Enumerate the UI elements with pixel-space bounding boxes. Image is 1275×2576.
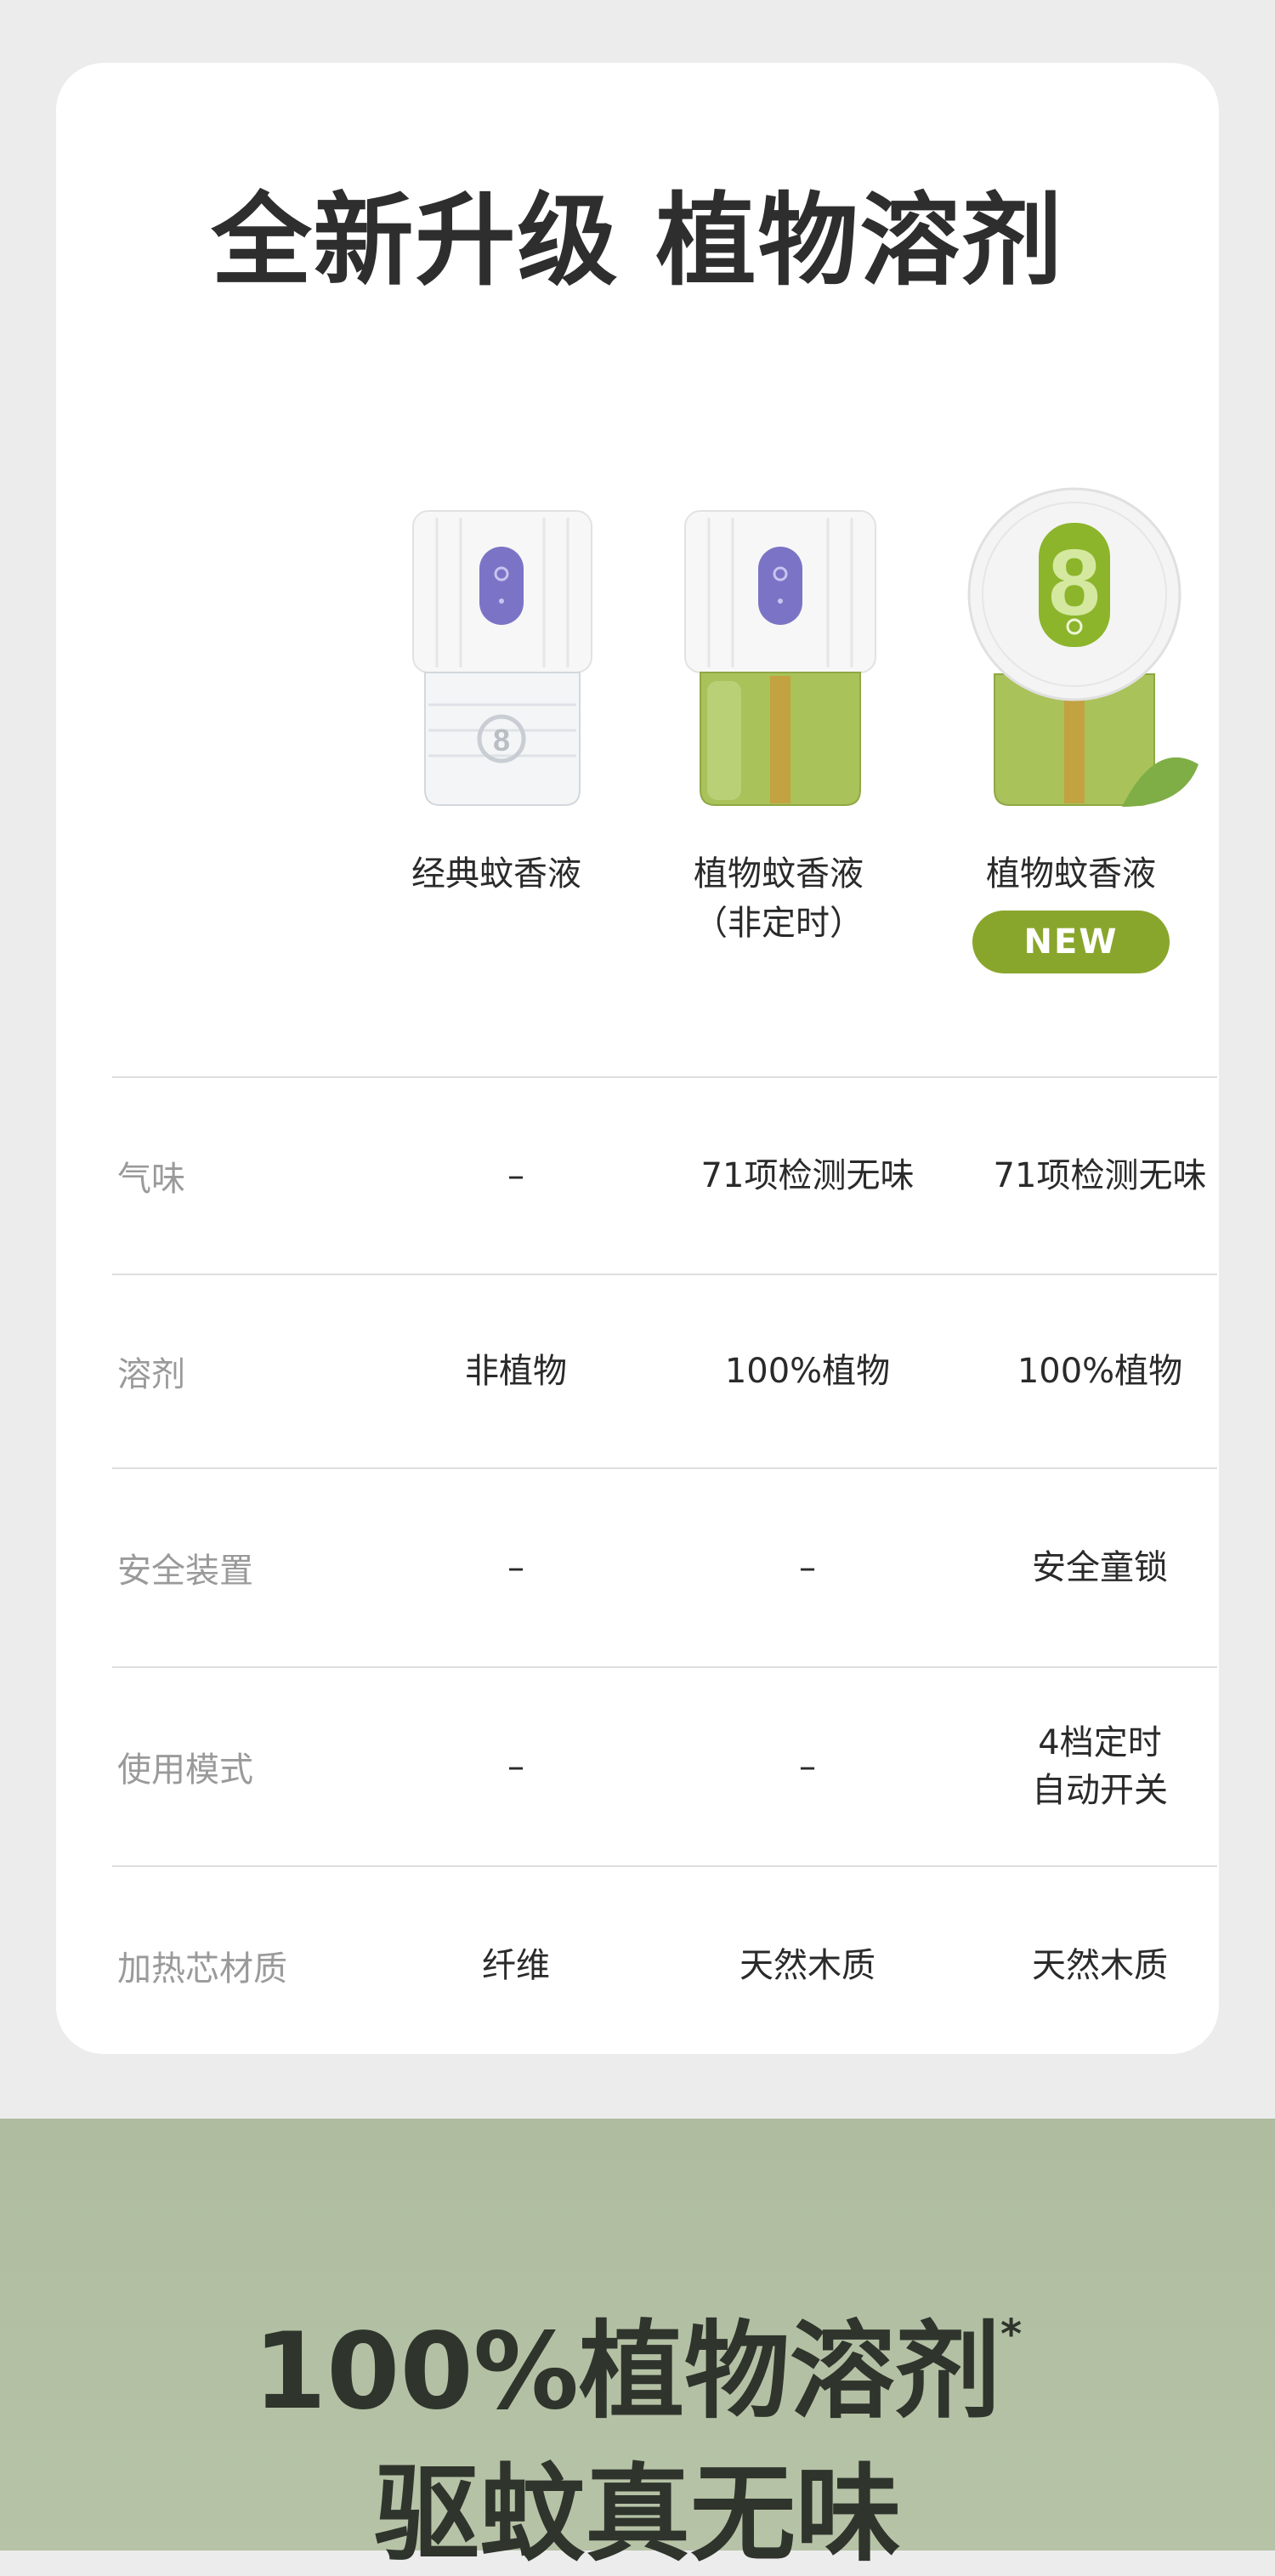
cell-plant: 71项检测无味 <box>700 1156 915 1195</box>
comparison-card: 全新升级 植物溶剂 8 经典蚊香液 植物蚊香液 （非定时） 8 植物蚊香液 NE… <box>56 63 1219 2054</box>
product-plant: 植物蚊香液 （非定时） <box>651 433 906 948</box>
cell-plant-new: 4档定时 自动开关 <box>1032 1723 1168 1810</box>
product-plant-subname: （非定时） <box>694 904 864 943</box>
svg-text:8: 8 <box>493 723 510 757</box>
comparison-table: 气味 – 71项检测无味 71项检测无味 溶剂 非植物 100%植物 100%植… <box>112 1076 1217 2064</box>
promo-headline: 100%植物溶剂* <box>0 2314 1275 2425</box>
promo-line2: 驱蚊真无味 <box>373 2454 901 2576</box>
page-title: 全新升级 植物溶剂 <box>211 182 1064 299</box>
new-badge: NEW <box>972 911 1170 973</box>
cell-plant: – <box>799 1747 816 1786</box>
product-plant-new-image: 8 <box>944 433 1198 824</box>
row-label: 使用模式 <box>117 1750 253 1790</box>
row-safety: 安全装置 – – 安全童锁 <box>112 1467 1217 1666</box>
promo-section: 100%植物溶剂* 驱蚊真无味 <box>0 2119 1275 2567</box>
cell-plant-new: 天然木质 <box>1032 1946 1168 1985</box>
row-label: 气味 <box>117 1160 185 1199</box>
product-plant-new: 8 植物蚊香液 NEW <box>944 433 1198 973</box>
cell-classic: – <box>507 1747 524 1786</box>
row-solvent: 溶剂 非植物 100%植物 100%植物 <box>112 1274 1217 1467</box>
product-plant-image <box>651 433 906 824</box>
cell-plant-new: 71项检测无味 <box>993 1156 1207 1195</box>
cell-classic: 非植物 <box>465 1352 567 1391</box>
promo-asterisk: * <box>1000 2311 1023 2358</box>
row-core-material: 加热芯材质 纤维 天然木质 天然木质 <box>112 1865 1217 2064</box>
cell-plant: 100%植物 <box>724 1352 891 1391</box>
product-classic-image: 8 <box>369 433 624 824</box>
row-label: 溶剂 <box>117 1355 185 1394</box>
cell-classic: – <box>507 1156 524 1195</box>
row-mode: 使用模式 – – 4档定时 自动开关 <box>112 1666 1217 1865</box>
product-plant-name: 植物蚊香液 <box>694 854 864 894</box>
cell-classic: 纤维 <box>482 1946 550 1985</box>
row-smell: 气味 – 71项检测无味 71项检测无味 <box>112 1076 1217 1274</box>
promo-line1: 100%植物溶剂 <box>252 2311 1000 2433</box>
cell-plant: – <box>799 1548 816 1587</box>
row-label: 加热芯材质 <box>117 1949 287 1989</box>
product-classic: 8 经典蚊香液 <box>369 433 624 899</box>
product-plant-new-name: 植物蚊香液 <box>986 854 1156 894</box>
product-classic-name: 经典蚊香液 <box>411 854 581 894</box>
cell-classic: – <box>507 1548 524 1587</box>
cell-plant-new: 100%植物 <box>1017 1352 1183 1391</box>
cell-plant: 天然木质 <box>740 1946 876 1985</box>
cell-plant-new: 安全童锁 <box>1032 1548 1168 1587</box>
row-label: 安全装置 <box>117 1552 253 1591</box>
